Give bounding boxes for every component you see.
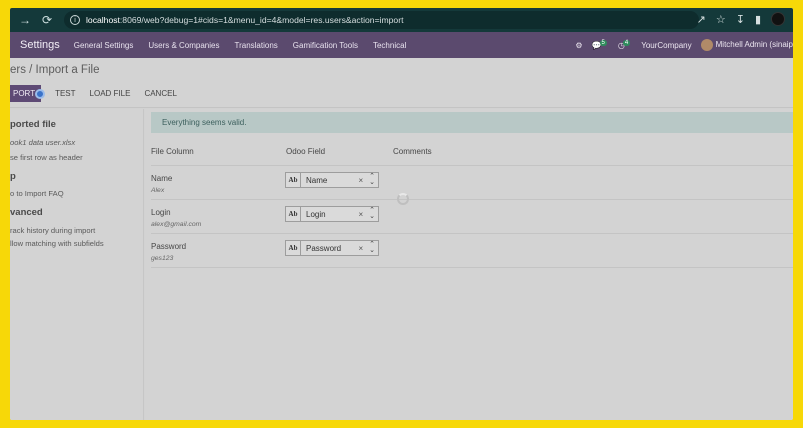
user-avatar bbox=[700, 39, 713, 51]
sidebar-toggle-icon[interactable]: ▮ bbox=[755, 13, 761, 26]
loading-spinner-icon bbox=[397, 193, 409, 205]
messages-icon[interactable]: 💬5 bbox=[592, 39, 609, 50]
import-button[interactable]: PORT bbox=[10, 85, 46, 102]
breadcrumb[interactable]: ers / Import a File bbox=[10, 64, 99, 76]
file-column-name: Name bbox=[151, 174, 173, 183]
menu-general-settings[interactable]: General Settings bbox=[74, 41, 134, 50]
file-column-sample: alex@gmail.com bbox=[151, 221, 202, 228]
odoo-field-value: Login bbox=[306, 209, 326, 219]
menu-users-companies[interactable]: Users & Companies bbox=[148, 41, 219, 50]
menu-gamification-tools[interactable]: Gamification Tools bbox=[293, 41, 358, 50]
divider bbox=[151, 165, 793, 166]
menu-technical[interactable]: Technical bbox=[373, 41, 406, 50]
clear-icon[interactable]: × bbox=[358, 244, 363, 253]
advanced-heading: vanced bbox=[10, 207, 43, 218]
import-faq-link[interactable]: o to Import FAQ bbox=[10, 189, 64, 198]
file-column-sample: Alex bbox=[151, 187, 165, 194]
reload-icon[interactable]: ⟳ bbox=[38, 11, 56, 29]
odoo-field-value: Name bbox=[306, 175, 328, 185]
imported-file-name: ook1 data user.xlsx bbox=[10, 138, 76, 147]
file-column-sample: ges123 bbox=[151, 255, 174, 262]
url-path: :8069/web?debug=1#cids=1&menu_id=4&model… bbox=[119, 15, 404, 25]
help-heading: p bbox=[10, 171, 16, 182]
browser-profile-avatar[interactable] bbox=[771, 12, 785, 26]
screen: → ⟳ i localhost:8069/web?debug=1#cids=1&… bbox=[10, 8, 793, 420]
imported-file-heading: ported file bbox=[10, 119, 56, 130]
divider bbox=[151, 267, 793, 268]
import-mapping-panel: Everything seems valid. File Column Odoo… bbox=[145, 109, 793, 420]
browser-toolbar: → ⟳ i localhost:8069/web?debug=1#cids=1&… bbox=[10, 8, 793, 32]
download-icon[interactable]: ↧ bbox=[736, 13, 745, 26]
dropdown-toggle-icon[interactable]: ⌃ ⌄ bbox=[369, 207, 375, 220]
char-field-type-icon: Ab bbox=[286, 173, 301, 187]
import-options-sidebar: ported file ook1 data user.xlsx se first… bbox=[10, 109, 144, 420]
header-comments: Comments bbox=[393, 147, 432, 156]
activities-icon[interactable]: ◷4 bbox=[618, 39, 632, 50]
site-info-icon[interactable]: i bbox=[70, 15, 80, 25]
user-name: Mitchell Admin (sinaip bbox=[715, 40, 793, 50]
url-host: localhost bbox=[86, 15, 120, 25]
track-history-option[interactable]: rack history during import bbox=[10, 226, 95, 235]
odoo-field-select[interactable]: Ab Name × ⌃ ⌄ bbox=[285, 172, 379, 188]
validation-alert: Everything seems valid. bbox=[151, 112, 793, 133]
odoo-field-value: Password bbox=[306, 243, 342, 253]
file-column-name: Login bbox=[151, 208, 171, 217]
messages-badge: 5 bbox=[599, 39, 607, 46]
bookmark-star-icon[interactable]: ☆ bbox=[716, 13, 726, 26]
clear-icon[interactable]: × bbox=[358, 210, 363, 219]
validation-message: Everything seems valid. bbox=[162, 118, 247, 127]
file-column-name: Password bbox=[151, 242, 187, 251]
char-field-type-icon: Ab bbox=[286, 241, 301, 255]
app-name[interactable]: Settings bbox=[20, 39, 60, 51]
dropdown-toggle-icon[interactable]: ⌃ ⌄ bbox=[369, 173, 375, 186]
test-button[interactable]: TEST bbox=[55, 89, 75, 98]
allow-matching-option[interactable]: llow matching with subfields bbox=[10, 239, 104, 248]
cancel-button[interactable]: CANCEL bbox=[144, 89, 176, 98]
forward-icon[interactable]: → bbox=[16, 11, 34, 29]
odoo-field-select[interactable]: Ab Password × ⌃ ⌄ bbox=[285, 240, 379, 256]
header-file-column: File Column bbox=[151, 147, 194, 156]
activities-badge: 4 bbox=[622, 39, 631, 46]
menu-translations[interactable]: Translations bbox=[234, 41, 277, 50]
clear-icon[interactable]: × bbox=[358, 176, 363, 185]
odoo-navbar: Settings General Settings Users & Compan… bbox=[10, 32, 793, 58]
company-switcher[interactable]: YourCompany bbox=[641, 41, 691, 50]
mouse-cursor-indicator bbox=[35, 89, 46, 99]
user-menu[interactable]: Mitchell Admin (sinaip bbox=[700, 39, 793, 51]
share-icon[interactable]: ↗ bbox=[697, 13, 706, 26]
dropdown-toggle-icon[interactable]: ⌃ ⌄ bbox=[369, 241, 375, 254]
control-panel: ers / Import a File PORT TEST LOAD FILE … bbox=[10, 58, 793, 108]
odoo-field-select[interactable]: Ab Login × ⌃ ⌄ bbox=[285, 206, 379, 222]
debug-bug-icon[interactable]: ⚙ bbox=[575, 41, 582, 50]
load-file-button[interactable]: LOAD FILE bbox=[90, 89, 131, 98]
first-row-header-option[interactable]: se first row as header bbox=[10, 153, 83, 162]
import-button-label: PORT bbox=[13, 89, 36, 98]
address-bar[interactable]: i localhost:8069/web?debug=1#cids=1&menu… bbox=[64, 11, 699, 29]
divider bbox=[151, 233, 793, 234]
divider bbox=[151, 199, 793, 200]
header-odoo-field: Odoo Field bbox=[286, 147, 326, 156]
char-field-type-icon: Ab bbox=[286, 207, 301, 221]
